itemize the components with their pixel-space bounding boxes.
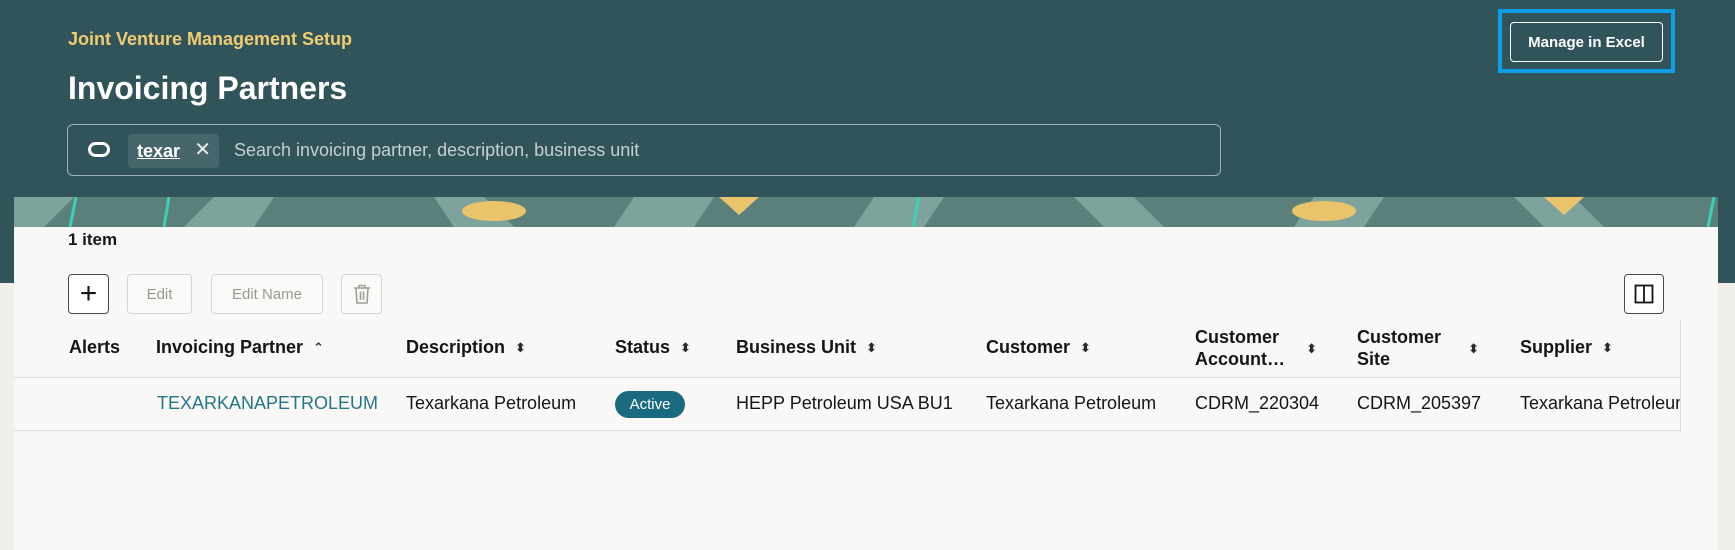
sort-icon[interactable]: ⬍ [680, 340, 691, 356]
columns-icon [1634, 284, 1654, 304]
table-scroll-edge [1680, 320, 1681, 432]
column-header-status[interactable]: Status ⬍ [615, 337, 691, 358]
column-header-invoicing-partner[interactable]: Invoicing Partner ⌃ [156, 337, 324, 358]
column-header-alerts: Alerts [69, 337, 121, 357]
sort-icon[interactable]: ⬍ [1306, 338, 1317, 360]
sort-icon[interactable]: ⬍ [1468, 338, 1479, 360]
customer-account-cell: CDRM_220304 [1195, 393, 1320, 413]
column-header-supplier[interactable]: Supplier ⬍ [1520, 337, 1613, 358]
sort-icon[interactable]: ⬍ [1080, 340, 1091, 356]
page-overline: Joint Venture Management Setup [68, 29, 353, 49]
supplier-cell: Texarkana Petroleum [1520, 393, 1680, 413]
table-divider [14, 377, 1680, 378]
sort-icon[interactable]: ⬍ [866, 340, 877, 356]
status-badge: Active [615, 391, 685, 418]
description-cell: Texarkana Petroleum [406, 393, 577, 413]
customer-cell: Texarkana Petroleum [986, 393, 1157, 413]
manage-columns-button[interactable] [1624, 274, 1664, 314]
search-bar[interactable]: texar ✕ [67, 124, 1221, 176]
close-icon[interactable]: ✕ [194, 140, 211, 160]
delete-button[interactable] [341, 274, 382, 314]
trash-icon [353, 284, 370, 304]
business-unit-cell: HEPP Petroleum USA BU1 [736, 393, 953, 413]
search-input[interactable] [234, 135, 1134, 165]
sort-icon[interactable]: ⬍ [1602, 340, 1613, 356]
page-title: Invoicing Partners [68, 70, 348, 106]
edit-button[interactable]: Edit [127, 274, 192, 314]
customer-site-cell: CDRM_205397 [1357, 393, 1482, 413]
table-divider [14, 430, 1680, 431]
oracle-logo-icon [88, 142, 110, 157]
invoicing-partner-link[interactable]: TEXARKANAPETROLEUM [157, 393, 378, 414]
result-count: 1 item [68, 230, 118, 249]
add-button[interactable]: + [68, 274, 109, 314]
column-header-business-unit[interactable]: Business Unit ⬍ [736, 337, 877, 358]
plus-icon: + [79, 277, 98, 310]
header-decorative-pattern [14, 197, 1718, 227]
column-header-customer-account[interactable]: Customer Account… ⬍ [1195, 326, 1317, 372]
column-header-customer[interactable]: Customer ⬍ [986, 337, 1091, 358]
filter-chip[interactable]: texar ✕ [128, 134, 219, 168]
column-header-description[interactable]: Description ⬍ [406, 337, 526, 358]
edit-name-button[interactable]: Edit Name [211, 274, 323, 314]
sort-ascending-icon[interactable]: ⌃ [313, 340, 324, 356]
sort-icon[interactable]: ⬍ [515, 340, 526, 356]
column-header-customer-site[interactable]: Customer Site ⬍ [1357, 326, 1479, 372]
manage-in-excel-button[interactable]: Manage in Excel [1510, 22, 1663, 62]
filter-chip-label[interactable]: texar [137, 141, 180, 162]
